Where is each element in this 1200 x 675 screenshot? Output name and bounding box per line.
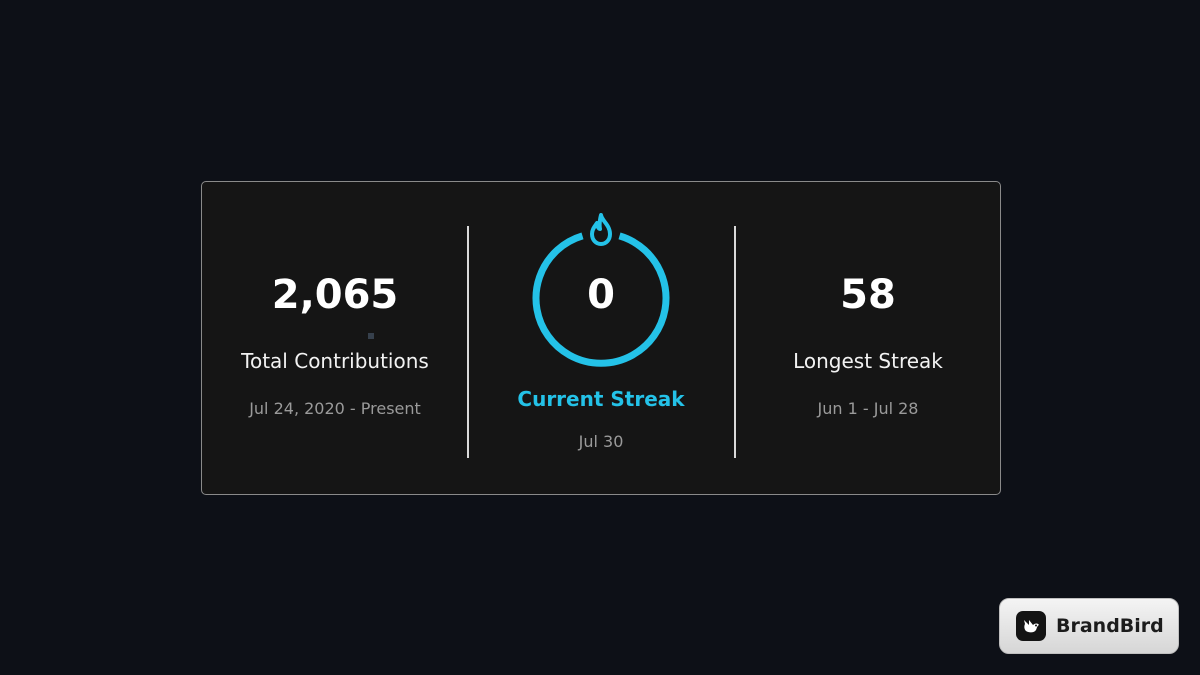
current-streak-value: 0: [587, 272, 615, 318]
brandbird-label: BrandBird: [1056, 615, 1164, 637]
longest-streak-label: Longest Streak: [793, 349, 943, 373]
longest-streak-section: 58 Longest Streak Jun 1 - Jul 28: [735, 182, 1001, 494]
streak-stats-card: 2,065 Total Contributions Jul 24, 2020 -…: [201, 181, 1001, 495]
brandbird-badge[interactable]: BrandBird: [999, 598, 1179, 654]
longest-streak-range: Jun 1 - Jul 28: [817, 399, 919, 418]
total-contributions-section: 2,065 Total Contributions Jul 24, 2020 -…: [202, 182, 468, 494]
current-streak-label: Current Streak: [517, 387, 685, 411]
longest-streak-value: 58: [840, 272, 896, 318]
separator-dot: [368, 333, 374, 339]
bird-logo-icon: [1016, 611, 1046, 641]
current-streak-range: Jul 30: [578, 432, 624, 451]
fire-icon: [590, 213, 612, 246]
total-contributions-range: Jul 24, 2020 - Present: [249, 399, 421, 418]
total-contributions-label: Total Contributions: [241, 349, 429, 373]
current-streak-section: 0 Current Streak Jul 30: [468, 182, 734, 494]
total-contributions-value: 2,065: [271, 272, 399, 318]
